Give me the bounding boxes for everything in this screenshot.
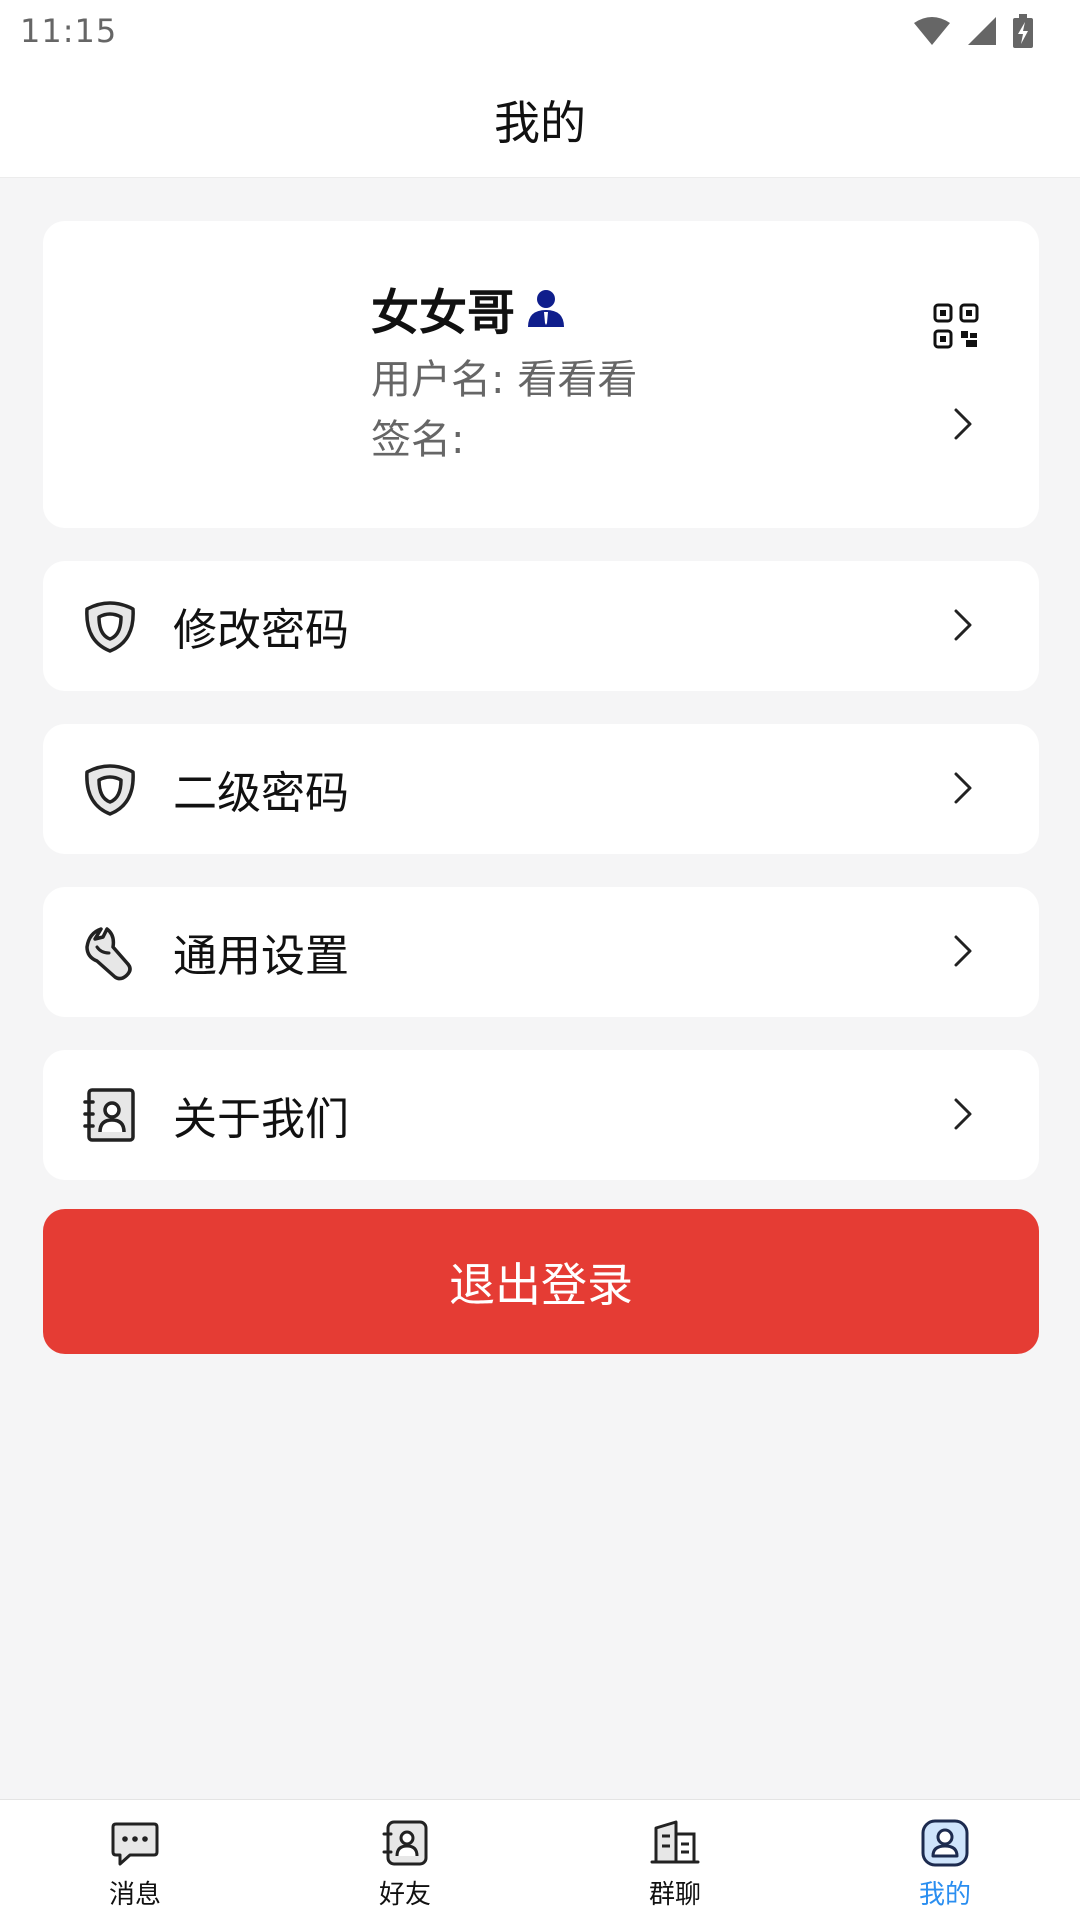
profile-icon [921, 1819, 969, 1867]
friends-icon [382, 1820, 428, 1866]
nav-label: 我的 [918, 1880, 971, 1910]
shield-icon [85, 601, 135, 653]
page-title: 我的 [494, 95, 586, 150]
shield-icon [85, 764, 135, 816]
group-chat-icon [650, 1820, 700, 1864]
menu-item-label: 关于我们 [173, 1094, 349, 1145]
logout-button[interactable]: 退出登录 [43, 1209, 1039, 1354]
profile-name: 女女哥 [371, 285, 516, 341]
nav-item-friends[interactable]: 好友 [270, 1800, 540, 1920]
profile-name-row: 女女哥 [371, 273, 567, 343]
verified-user-icon [528, 290, 565, 327]
menu-item-label: 通用设置 [173, 931, 349, 982]
menu-item-label: 二级密码 [173, 768, 349, 819]
contact-card-icon [83, 1088, 135, 1142]
wrench-icon [85, 927, 132, 981]
qr-code-icon[interactable] [933, 303, 979, 349]
chevron-right-icon [954, 1098, 972, 1130]
profile-signature: 签名: [371, 417, 465, 463]
chevron-right-icon [954, 609, 972, 641]
nav-item-messages[interactable]: 消息 [0, 1800, 270, 1920]
menu-item-label: 修改密码 [173, 605, 349, 656]
profile-card[interactable]: 女女哥 用户名: 看看看 签名: [43, 221, 1039, 528]
nav-item-group-chat[interactable]: 群聊 [540, 1800, 810, 1920]
menu-item-change-password[interactable]: 修改密码 [43, 561, 1039, 691]
status-time: 11:15 [20, 12, 118, 50]
menu-item-general-settings[interactable]: 通用设置 [43, 887, 1039, 1017]
nav-label: 群聊 [648, 1880, 701, 1910]
menu-item-about-us[interactable]: 关于我们 [43, 1050, 1039, 1180]
status-icons [912, 14, 1034, 48]
signal-icon [968, 17, 996, 45]
chevron-right-icon [954, 935, 972, 967]
chevron-right-icon [954, 408, 972, 440]
nav-label: 消息 [108, 1880, 161, 1910]
nav-item-profile[interactable]: 我的 [810, 1800, 1080, 1920]
wifi-icon [914, 17, 950, 45]
battery-charging-icon [1013, 14, 1033, 48]
message-icon [111, 1822, 159, 1866]
nav-label: 好友 [378, 1880, 431, 1910]
status-bar: 11:15 [0, 0, 1080, 62]
menu-item-secondary-password[interactable]: 二级密码 [43, 724, 1039, 854]
page-header: 我的 [0, 62, 1080, 178]
profile-username: 用户名: 看看看 [371, 357, 638, 403]
bottom-nav: 消息 好友 群聊 我的 [0, 1799, 1080, 1920]
chevron-right-icon [954, 772, 972, 804]
